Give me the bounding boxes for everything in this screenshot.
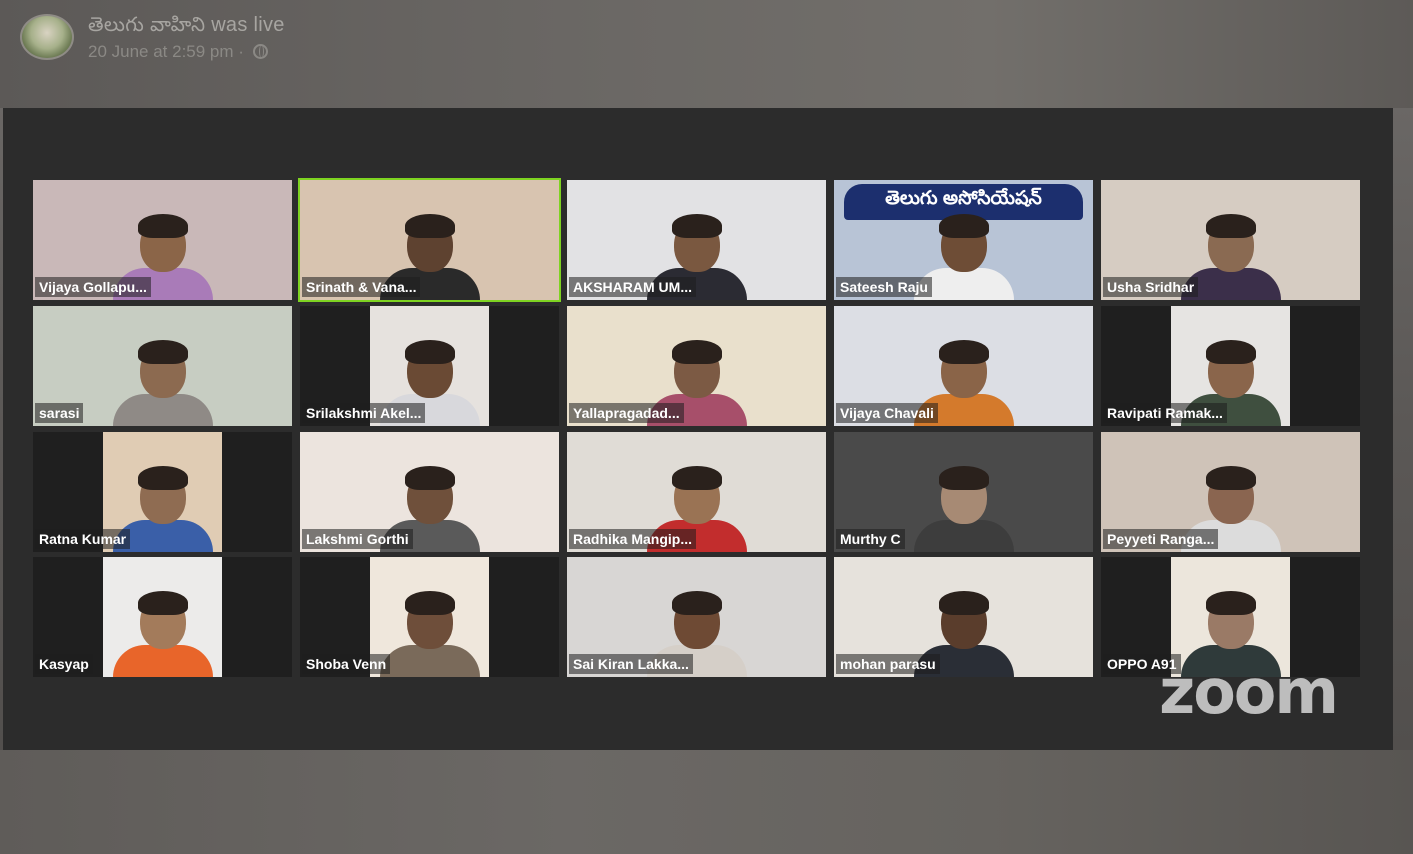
participant-tile[interactable]: sarasi xyxy=(33,306,292,426)
participant-name: sarasi xyxy=(35,403,84,423)
participant-name: Ravipati Ramak... xyxy=(1103,403,1227,423)
participant-name: Srinath & Vana... xyxy=(302,277,421,297)
zoom-logo: zoom xyxy=(1159,655,1339,728)
participant-figure xyxy=(108,591,218,677)
participant-name: Sateesh Raju xyxy=(836,277,932,297)
participant-tile[interactable]: AKSHARAM UM... xyxy=(567,180,826,300)
participant-tile[interactable]: తెలుగు అసోసియేషన్ Sateesh Raju xyxy=(834,180,1093,300)
participant-name: mohan parasu xyxy=(836,654,940,674)
globe-icon xyxy=(252,44,268,59)
participant-name: Peyyeti Ranga... xyxy=(1103,529,1219,549)
participant-tile[interactable]: Shoba Venn xyxy=(300,557,559,677)
participant-name: Radhika Mangip... xyxy=(569,529,697,549)
live-status: was live xyxy=(211,14,285,36)
page-name[interactable]: తెలుగు వాహిని xyxy=(88,14,205,36)
post-header: తెలుగు వాహిని was live 20 June at 2:59 p… xyxy=(0,0,1413,108)
participant-tile[interactable]: Murthy C xyxy=(834,432,1093,552)
participant-gallery: Vijaya Gollapu... Srinath & Vana... AKSHAR… xyxy=(33,178,1363,678)
participant-tile[interactable]: Ravipati Ramak... xyxy=(1101,306,1360,426)
participant-name: AKSHARAM UM... xyxy=(569,277,696,297)
participant-tile[interactable]: Vijaya Chavali xyxy=(834,306,1093,426)
participant-tile[interactable]: Radhika Mangip... xyxy=(567,432,826,552)
participant-name: Srilakshmi Akel... xyxy=(302,403,426,423)
participant-name: Kasyap xyxy=(35,654,93,674)
participant-name: Yallapragadad... xyxy=(569,403,684,423)
meta-separator: · xyxy=(238,42,244,61)
participant-tile[interactable]: Vijaya Gollapu... xyxy=(33,180,292,300)
participant-figure xyxy=(909,466,1019,552)
participant-name: Usha Sridhar xyxy=(1103,277,1199,297)
participant-tile[interactable]: Srilakshmi Akel... xyxy=(300,306,559,426)
participant-name: Ratna Kumar xyxy=(35,529,131,549)
participant-tile[interactable]: Srinath & Vana... xyxy=(298,178,561,302)
participant-tile[interactable]: Usha Sridhar xyxy=(1101,180,1360,300)
participant-name: Lakshmi Gorthi xyxy=(302,529,413,549)
participant-name: Murthy C xyxy=(836,529,905,549)
video-feed xyxy=(102,557,223,677)
participant-name: Vijaya Gollapu... xyxy=(35,277,151,297)
participant-name: Shoba Venn xyxy=(302,654,391,674)
post-meta: 20 June at 2:59 pm · xyxy=(88,42,268,62)
participant-tile[interactable]: Sai Kiran Lakka... xyxy=(567,557,826,677)
participant-tile[interactable]: Ratna Kumar xyxy=(33,432,292,552)
participant-figure xyxy=(375,591,485,677)
post-title: తెలుగు వాహిని was live xyxy=(88,14,285,41)
post-date[interactable]: 20 June at 2:59 pm xyxy=(88,42,234,61)
participant-name: Sai Kiran Lakka... xyxy=(569,654,693,674)
participant-tile[interactable]: Yallapragadad... xyxy=(567,306,826,426)
participant-tile[interactable]: mohan parasu xyxy=(834,557,1093,677)
participant-tile[interactable]: Peyyeti Ranga... xyxy=(1101,432,1360,552)
participant-tile[interactable]: Lakshmi Gorthi xyxy=(300,432,559,552)
bottom-bar xyxy=(0,750,1413,854)
participant-figure xyxy=(108,340,218,426)
participant-tile[interactable]: Kasyap xyxy=(33,557,292,677)
participant-name: Vijaya Chavali xyxy=(836,403,938,423)
page-avatar[interactable] xyxy=(20,14,74,60)
